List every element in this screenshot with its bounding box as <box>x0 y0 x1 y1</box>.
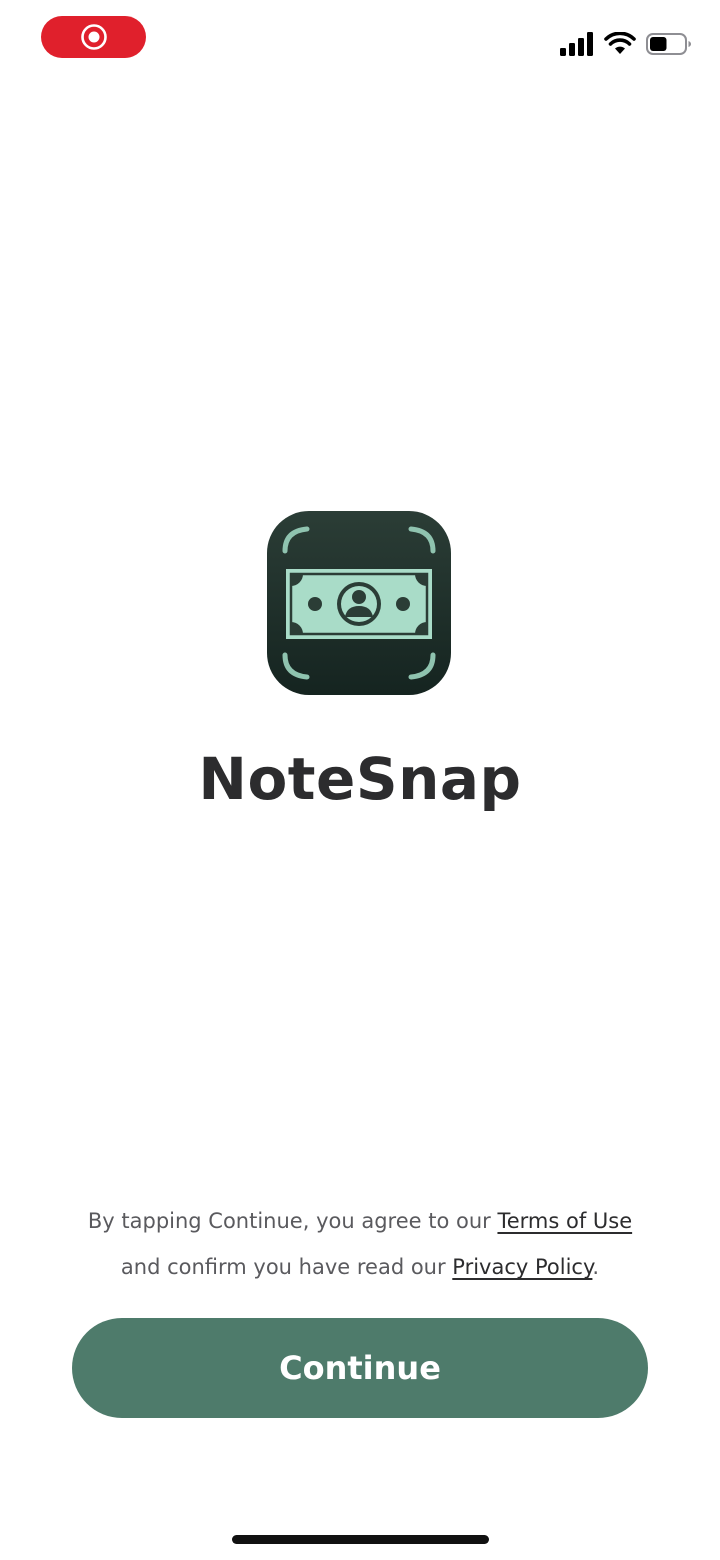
legal-text-prefix: By tapping Continue, you agree to our <box>87 1209 498 1233</box>
record-icon <box>80 24 107 50</box>
privacy-policy-link[interactable]: Privacy Policy <box>452 1255 592 1279</box>
continue-button[interactable]: Continue <box>72 1318 648 1418</box>
legal-notice: By tapping Continue, you agree to our Te… <box>40 1198 680 1290</box>
welcome-screen: NoteSnap By tapping Continue, you agree … <box>0 0 720 1560</box>
status-icons <box>560 28 692 60</box>
app-name: NoteSnap <box>198 745 522 813</box>
banknote-scan-icon <box>267 511 451 695</box>
terms-of-use-link[interactable]: Terms of Use <box>497 1209 632 1233</box>
status-bar <box>0 0 720 80</box>
cellular-signal-icon <box>560 32 593 56</box>
wifi-icon <box>604 32 636 54</box>
screen-recording-indicator[interactable] <box>41 16 146 58</box>
legal-text-middle: and confirm you have read our <box>120 1255 453 1279</box>
legal-text-suffix: . <box>592 1255 600 1279</box>
battery-icon <box>646 33 691 55</box>
home-indicator[interactable] <box>232 1535 489 1544</box>
